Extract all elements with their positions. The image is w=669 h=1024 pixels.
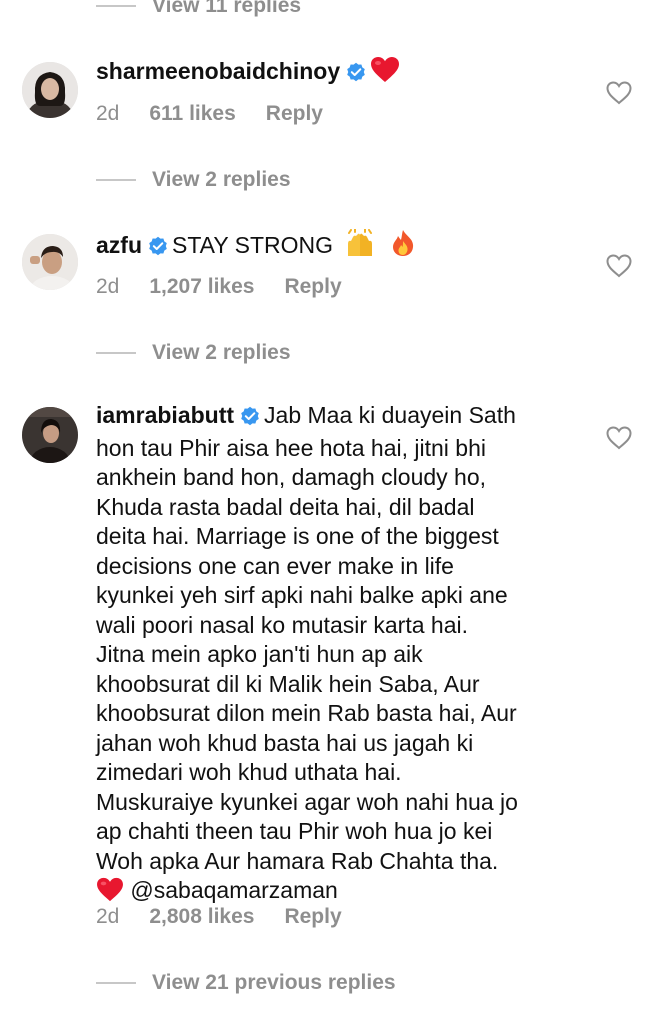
likes-count[interactable]: 2,808 likes — [149, 905, 254, 929]
view-replies-button[interactable]: View 2 replies — [96, 165, 291, 195]
avatar[interactable] — [22, 407, 78, 463]
divider-line — [96, 179, 136, 181]
raising-hands-emoji — [345, 228, 375, 265]
comment-text-line: jahan woh khud basta hai us jagah ki — [96, 729, 474, 756]
comment-time: 2d — [96, 905, 120, 928]
likes-count[interactable]: 1,207 likes — [149, 275, 254, 299]
view-replies-button[interactable]: View 11 replies — [96, 0, 301, 21]
comment-text-line: Khuda rasta badal deita hai, dil badal — [96, 493, 475, 520]
comment-text-line: deita hai. Marriage is one of the bigges… — [96, 523, 499, 549]
reply-button[interactable]: Reply — [266, 102, 323, 126]
comment-text-line: ankhein band hon, damagh cloudy ho, — [96, 464, 487, 490]
avatar[interactable] — [22, 62, 78, 118]
heart-outline-icon[interactable] — [606, 426, 632, 450]
comment-text-line: decisions one can ever make in life — [96, 552, 454, 579]
heart-outline-icon[interactable] — [606, 81, 632, 105]
comment-text-line: hon tau Phir aisa hee hota hai, jitni bh… — [96, 434, 486, 461]
comment-body: iamrabiabutt Jab Maa ki duayein Sath hon … — [96, 401, 586, 910]
divider-line — [96, 352, 136, 354]
mention-link[interactable]: @sabaqamarzaman — [130, 877, 337, 903]
heart-outline-icon[interactable] — [606, 254, 632, 278]
avatar[interactable] — [22, 234, 78, 290]
comment-time: 2d — [96, 102, 120, 125]
comment-text-line: Woh apka Aur hamara Rab Chahta tha. — [96, 847, 499, 874]
divider-line — [96, 5, 136, 7]
comment-text-line: Jab Maa ki duayein Sath — [264, 402, 516, 428]
view-previous-replies-button[interactable]: View 21 previous replies — [96, 968, 396, 998]
comment-meta: 2d 1,207 likes Reply — [96, 275, 342, 299]
fire-emoji — [390, 229, 416, 265]
view-replies-button[interactable]: View 2 replies — [96, 338, 291, 368]
comment-text-line: khoobsurat dilon mein Rab basta hai, Aur — [96, 700, 517, 726]
comment-text-line: wali poori nasal ko mutasir karta hai. — [96, 611, 468, 638]
view-replies-label: View 2 replies — [152, 341, 291, 364]
verified-badge-icon — [346, 60, 366, 90]
comment-text-line: zimedari woh khud uthata hai. — [96, 759, 402, 785]
view-replies-label: View 2 replies — [152, 168, 291, 191]
view-replies-label: View 21 previous replies — [152, 971, 396, 994]
reply-button[interactable]: Reply — [284, 275, 341, 299]
username[interactable]: azfu — [96, 232, 142, 258]
username[interactable]: iamrabiabutt — [96, 402, 234, 428]
likes-count[interactable]: 611 likes — [149, 102, 235, 126]
reply-button[interactable]: Reply — [284, 905, 341, 929]
comment-text-line: ap chahti theen tau Phir woh hua jo kei — [96, 818, 493, 844]
view-replies-label: View 11 replies — [152, 0, 302, 17]
comment-text-line: Muskuraiye kyunkei agar woh nahi hua jo — [96, 788, 518, 815]
comment-text-line: kyunkei yeh sirf apki nahi balke apki an… — [96, 582, 508, 608]
comment-text-line: Jitna mein apko jan'ti hun ap aik — [96, 641, 423, 667]
comment-text: STAY STRONG — [172, 232, 334, 258]
divider-line — [96, 982, 136, 984]
comment-text-line: khoobsurat dil ki Malik hein Saba, Aur — [96, 670, 480, 697]
comment-meta: 2d 611 likes Reply — [96, 102, 323, 126]
username[interactable]: sharmeenobaidchinoy — [96, 58, 340, 84]
verified-badge-icon — [240, 404, 260, 434]
verified-badge-icon — [148, 234, 168, 264]
comment-time: 2d — [96, 275, 120, 298]
red-heart-emoji — [370, 56, 400, 91]
comment-meta: 2d 2,808 likes Reply — [96, 905, 342, 929]
